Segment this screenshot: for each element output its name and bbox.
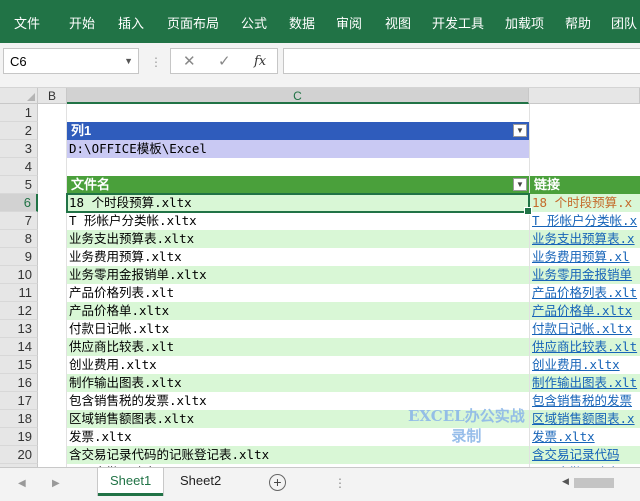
row-header[interactable]: 20 (0, 446, 38, 464)
splitter-dots-icon[interactable]: ⋮ (150, 55, 162, 69)
table1-header[interactable]: 列1 (67, 122, 529, 140)
filename-cell[interactable]: 业务费用预算.xltx (67, 248, 529, 266)
hyperlink-cell[interactable]: 产品价格列表.xlt (530, 284, 640, 302)
table1-path-cell[interactable]: D:\OFFICE模板\Excel (67, 140, 529, 158)
column-header-d[interactable] (529, 88, 640, 104)
filename-cell[interactable]: 产品价格列表.xlt (67, 284, 529, 302)
enter-icon[interactable]: ✓ (218, 52, 231, 70)
scroll-left-icon[interactable]: ◀ (562, 476, 569, 487)
worksheet-grid[interactable]: B C 123456789101112131415161718192021 列1… (0, 88, 640, 482)
formula-buttons: ✕ ✓ fx (170, 48, 278, 74)
name-box-value: C6 (10, 54, 27, 69)
next-sheet-icon[interactable]: ▶ (52, 478, 60, 489)
filename-cell[interactable]: 供应商比较表.xlt (67, 338, 529, 356)
watermark-line-1: EXCEL办公实战 (408, 407, 525, 425)
tab-file[interactable]: 文件 (14, 13, 40, 32)
row-header[interactable]: 9 (0, 248, 38, 266)
tab-insert[interactable]: 插入 (118, 13, 144, 32)
link-header-label: 链接 (534, 177, 561, 192)
watermark-line-2: 录制 (451, 427, 482, 445)
sheet-tab-sheet1[interactable]: Sheet1 (98, 468, 164, 496)
row-header[interactable]: 11 (0, 284, 38, 302)
tab-home[interactable]: 开始 (69, 13, 95, 32)
watermark: EXCEL办公实战 录制 (408, 406, 525, 446)
row-header[interactable]: 3 (0, 140, 38, 158)
hyperlink-cell[interactable]: 付款日记帐.xltx (530, 320, 640, 338)
row-header[interactable]: 2 (0, 122, 38, 140)
column-header-c[interactable]: C (67, 88, 529, 104)
table2-header-filename[interactable]: 文件名 (67, 176, 529, 194)
tab-developer[interactable]: 开发工具 (432, 13, 484, 32)
row-header[interactable]: 8 (0, 230, 38, 248)
hyperlink-cell[interactable]: 产品价格单.xltx (530, 302, 640, 320)
tab-review[interactable]: 审阅 (336, 13, 362, 32)
cancel-icon[interactable]: ✕ (183, 52, 196, 70)
horizontal-scrollbar[interactable]: ◀ (560, 476, 640, 490)
scrollbar-thumb[interactable] (574, 478, 614, 488)
hyperlink-cell[interactable]: 创业费用.xltx (530, 356, 640, 374)
row-header[interactable]: 4 (0, 158, 38, 176)
tab-formulas[interactable]: 公式 (241, 13, 267, 32)
table1-header-label: 列1 (71, 123, 92, 138)
filename-cell[interactable]: 产品价格单.xltx (67, 302, 529, 320)
filename-cell[interactable]: 付款日记帐.xltx (67, 320, 529, 338)
filter-dropdown-icon[interactable]: ▼ (513, 124, 527, 137)
filter-dropdown-icon[interactable]: ▼ (513, 178, 527, 191)
hyperlink-cell[interactable]: 包含销售税的发票 (530, 392, 640, 410)
row-header[interactable]: 18 (0, 410, 38, 428)
row-header[interactable]: 13 (0, 320, 38, 338)
row-header[interactable]: 19 (0, 428, 38, 446)
ribbon-tab-bar: 文件 开始 插入 页面布局 公式 数据 审阅 视图 开发工具 加载项 帮助 团队 (0, 0, 640, 43)
row-header[interactable]: 10 (0, 266, 38, 284)
row-header[interactable]: 6 (0, 194, 38, 212)
tab-view[interactable]: 视图 (385, 13, 411, 32)
splitter-dots-icon[interactable]: ⋮ (334, 476, 346, 490)
hyperlink-cell[interactable]: 业务支出预算表.x (530, 230, 640, 248)
formula-bar-area: C6 ▼ ⋮ ✕ ✓ fx (0, 43, 640, 88)
tab-addins[interactable]: 加载项 (505, 13, 544, 32)
row-header[interactable]: 15 (0, 356, 38, 374)
hyperlink-cell[interactable]: 业务零用金报销单 (530, 266, 640, 284)
filename-cell[interactable]: 含交易记录代码的记账登记表.xltx (67, 446, 529, 464)
chevron-down-icon[interactable]: ▼ (124, 56, 133, 66)
tab-team[interactable]: 团队 (611, 13, 637, 32)
hyperlink-cell[interactable]: 制作输出图表.xlt (530, 374, 640, 392)
row-header[interactable]: 1 (0, 104, 38, 122)
row-header[interactable]: 14 (0, 338, 38, 356)
hyperlink-cell[interactable]: 供应商比较表.xlt (530, 338, 640, 356)
sheet-tab-sheet2[interactable]: Sheet2 (168, 468, 233, 496)
hyperlink-cell[interactable]: T 形帐户分类帐.x (530, 212, 640, 230)
insert-function-icon[interactable]: fx (254, 54, 266, 69)
hyperlink-cell[interactable]: 发票.xltx (530, 428, 640, 446)
filename-cell[interactable]: 18 个时段预算.xltx (67, 194, 529, 212)
hyperlink-cell[interactable]: 含交易记录代码 (530, 446, 640, 464)
filename-header-label: 文件名 (71, 177, 111, 192)
column-header-b[interactable]: B (38, 88, 67, 104)
filename-cell[interactable]: T 形帐户分类帐.xltx (67, 212, 529, 230)
row-header[interactable]: 17 (0, 392, 38, 410)
name-box[interactable]: C6 ▼ (3, 48, 139, 74)
tab-data[interactable]: 数据 (289, 13, 315, 32)
row-header[interactable]: 7 (0, 212, 38, 230)
sheet-tab-bar: ◀ ▶ Sheet1 Sheet2 + ⋮ ◀ (0, 467, 640, 501)
prev-sheet-icon[interactable]: ◀ (18, 478, 26, 489)
formula-input[interactable] (283, 48, 640, 74)
row-header[interactable]: 16 (0, 374, 38, 392)
hyperlink-cell[interactable]: 业务费用预算.xl (530, 248, 640, 266)
hyperlink-cell[interactable]: 18 个时段预算.x (530, 194, 640, 212)
filename-cell[interactable]: 制作输出图表.xltx (67, 374, 529, 392)
add-sheet-icon[interactable]: + (269, 474, 286, 491)
filename-cell[interactable]: 业务零用金报销单.xltx (67, 266, 529, 284)
row-header[interactable]: 5 (0, 176, 38, 194)
filename-cell[interactable]: 创业费用.xltx (67, 356, 529, 374)
table2-header-link[interactable]: 链接 (530, 176, 640, 194)
hyperlink-cell[interactable]: 区域销售额图表.x (530, 410, 640, 428)
tab-page-layout[interactable]: 页面布局 (167, 13, 219, 32)
select-all-corner[interactable] (0, 88, 38, 104)
tab-help[interactable]: 帮助 (565, 13, 591, 32)
filename-cell[interactable]: 业务支出预算表.xltx (67, 230, 529, 248)
row-header[interactable]: 12 (0, 302, 38, 320)
